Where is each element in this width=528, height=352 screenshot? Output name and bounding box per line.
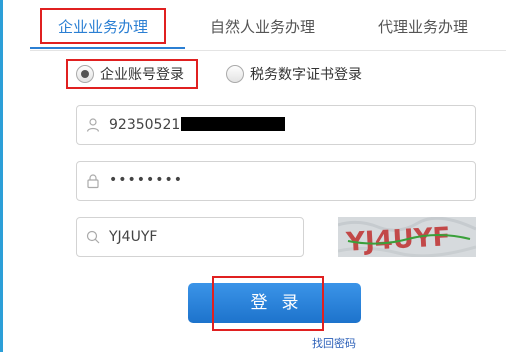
radio-unselected-icon [226, 65, 244, 83]
radio-digital-certificate-label: 税务数字证书登录 [250, 67, 362, 83]
search-icon [86, 230, 100, 244]
redacted-block [181, 117, 286, 131]
password-value: •••••••• [109, 172, 184, 188]
captcha-image[interactable]: YJ4UYF [338, 217, 476, 257]
tab-individual[interactable]: 自然人业务办理 [210, 16, 315, 37]
active-tab-underline [30, 47, 185, 49]
user-icon [86, 118, 100, 132]
page-left-edge [0, 0, 3, 352]
lock-icon [87, 174, 99, 189]
radio-selected-icon [76, 65, 94, 83]
account-visible-digits: 92350521 [109, 117, 181, 133]
tab-enterprise[interactable]: 企业业务办理 [58, 16, 148, 37]
password-field[interactable]: •••••••• [76, 161, 476, 201]
account-value: 92350521 [109, 117, 286, 133]
radio-enterprise-account-label: 企业账号登录 [100, 67, 184, 83]
tab-agent[interactable]: 代理业务办理 [378, 16, 468, 37]
account-field[interactable]: 92350521 [76, 105, 476, 145]
login-button[interactable]: 登录 [188, 283, 361, 323]
captcha-text: YJ4UYF [344, 222, 451, 257]
captcha-graphic: YJ4UYF [338, 217, 476, 257]
captcha-value: YJ4UYF [109, 229, 158, 245]
radio-enterprise-account[interactable]: 企业账号登录 [76, 64, 184, 84]
forgot-password-link[interactable]: 找回密码 [312, 335, 356, 351]
captcha-input[interactable]: YJ4UYF [76, 217, 304, 257]
business-tabs: 企业业务办理 自然人业务办理 代理业务办理 [30, 0, 506, 51]
radio-digital-certificate[interactable]: 税务数字证书登录 [226, 64, 362, 84]
